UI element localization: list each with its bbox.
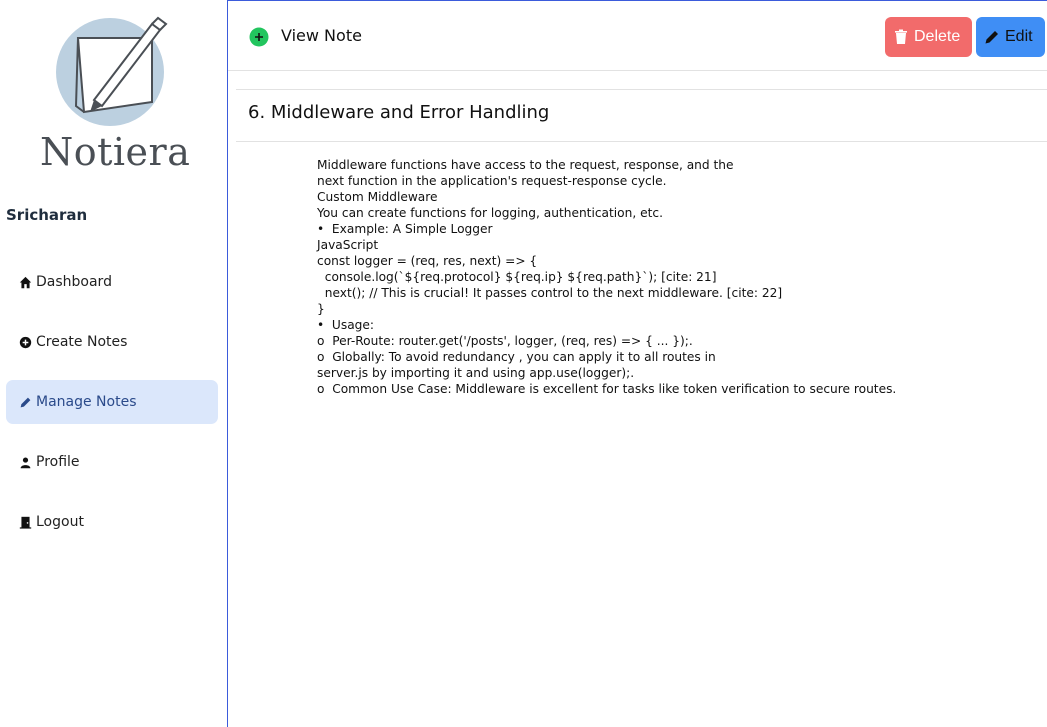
note-line: • Usage: bbox=[317, 318, 375, 332]
divider bbox=[236, 89, 1047, 90]
edit-button[interactable]: Edit bbox=[976, 17, 1045, 57]
delete-button[interactable]: Delete bbox=[885, 17, 972, 57]
sidebar-item-label: Dashboard bbox=[36, 274, 112, 290]
sidebar-item-profile[interactable]: Profile bbox=[6, 440, 218, 484]
note-line: o Common Use Case: Middleware is excelle… bbox=[317, 382, 897, 396]
logo-graphic bbox=[56, 16, 168, 126]
note-line: Custom Middleware bbox=[317, 190, 438, 204]
note-body: Middleware functions have access to the … bbox=[317, 157, 1017, 397]
sidebar-item-label: Create Notes bbox=[36, 334, 128, 350]
trash-icon bbox=[895, 29, 907, 44]
plus-circle-icon bbox=[249, 27, 269, 47]
sidebar-item-manage-notes[interactable]: Manage Notes bbox=[6, 380, 218, 424]
note-line: JavaScript bbox=[317, 238, 379, 252]
door-icon bbox=[18, 515, 32, 529]
note-line: • Example: A Simple Logger bbox=[317, 222, 493, 236]
app-logo[interactable]: Notiera bbox=[40, 14, 190, 174]
sidebar-item-label: Manage Notes bbox=[36, 394, 137, 410]
note-line: const logger = (req, res, next) => { bbox=[317, 254, 538, 268]
note-line: Middleware functions have access to the … bbox=[317, 158, 734, 172]
main-content: View Note Delete Edit 6. Middleware and … bbox=[228, 0, 1047, 727]
sidebar-item-label: Profile bbox=[36, 454, 80, 470]
header-bar: View Note Delete Edit bbox=[228, 1, 1047, 71]
note-line: next function in the application's reque… bbox=[317, 174, 667, 188]
sidebar: Notiera Sricharan Dashboard Create Notes… bbox=[0, 0, 228, 727]
note-line: } bbox=[317, 302, 325, 316]
note-line: You can create functions for logging, au… bbox=[317, 206, 663, 220]
pencil-icon bbox=[985, 31, 998, 44]
note-line: o Per-Route: router.get('/posts', logger… bbox=[317, 334, 693, 348]
plus-circle-icon bbox=[18, 335, 32, 349]
delete-button-label: Delete bbox=[914, 28, 961, 45]
sidebar-item-dashboard[interactable]: Dashboard bbox=[6, 260, 218, 304]
note-line: server.js by importing it and using app.… bbox=[317, 366, 635, 380]
edit-button-label: Edit bbox=[1005, 28, 1033, 45]
pencil-icon bbox=[18, 395, 32, 409]
note-line: o Globally: To avoid redundancy , you ca… bbox=[317, 350, 716, 364]
user-icon bbox=[18, 455, 32, 469]
note-line: console.log(`${req.protocol} ${req.ip} $… bbox=[317, 270, 717, 284]
logo-text: Notiera bbox=[40, 130, 191, 174]
sidebar-item-label: Logout bbox=[36, 514, 84, 530]
note-title: 6. Middleware and Error Handling bbox=[248, 102, 550, 123]
sidebar-item-logout[interactable]: Logout bbox=[6, 500, 218, 544]
page-title: View Note bbox=[281, 26, 362, 45]
home-icon bbox=[18, 275, 32, 289]
divider bbox=[236, 141, 1047, 142]
username: Sricharan bbox=[6, 206, 88, 224]
sidebar-item-create-notes[interactable]: Create Notes bbox=[6, 320, 218, 364]
note-line: next(); // This is crucial! It passes co… bbox=[317, 286, 783, 300]
